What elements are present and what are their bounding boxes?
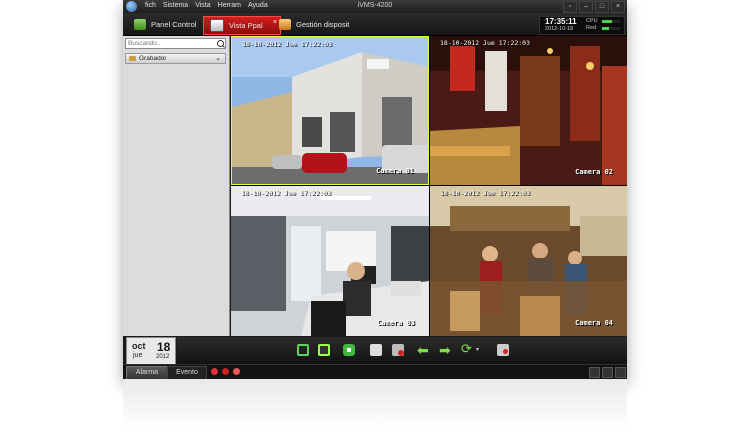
date-display: oct jue 18 2012 xyxy=(126,337,176,366)
cpu-label: CPU xyxy=(586,18,598,24)
camera-view-1[interactable]: 18-10-2012 Jue 17:22:03 Camera 01 xyxy=(231,36,429,185)
search-icon[interactable] xyxy=(217,40,224,47)
camera-name: Camera 04 xyxy=(575,319,613,327)
lock-icon[interactable]: ▫ xyxy=(563,1,577,13)
module-tab-bar: Panel Control Vista Ppal × Gestión dispo… xyxy=(123,13,627,36)
cpu-meter xyxy=(602,20,620,23)
network-label: Red xyxy=(586,25,597,31)
tab-vista-ppal[interactable]: Vista Ppal × xyxy=(203,16,281,35)
window-controls: ▫ – □ × xyxy=(563,1,625,13)
camera-osd: 18-10-2012 Jue 17:22:03 xyxy=(242,40,333,48)
tab-label: Panel Control xyxy=(151,20,197,29)
mute-icon[interactable] xyxy=(497,344,509,356)
menu-bar: fich Sistema Vista Herram Ayuda xyxy=(145,2,268,9)
device-sidebar: Grabador ⌄ xyxy=(123,36,230,336)
group-grabador[interactable]: Grabador ⌄ xyxy=(125,53,226,64)
capture-camera-icon[interactable] xyxy=(370,344,382,356)
camera-grid: 18-10-2012 Jue 17:22:03 Camera 01 18-10-… xyxy=(231,36,627,336)
stop-all-icon[interactable] xyxy=(343,344,355,356)
folder-icon xyxy=(129,56,136,61)
clock-date: 2012-10-18 xyxy=(545,26,574,32)
tab-alarma[interactable]: Alarma xyxy=(126,366,168,380)
network-meter xyxy=(602,27,620,30)
search-input[interactable] xyxy=(125,38,226,49)
tab-label: Vista Ppal xyxy=(229,21,263,30)
camera-name: Camera 01 xyxy=(376,167,414,175)
title-bar: fich Sistema Vista Herram Ayuda iVMS-420… xyxy=(123,0,627,13)
chevron-down-icon[interactable]: ⌄ xyxy=(215,54,221,64)
date-year: 2012 xyxy=(156,354,170,360)
playback-toolbar: ⬅ ➡ ⟳ ▾ xyxy=(177,337,627,364)
device-management-icon xyxy=(279,19,291,30)
menu-sistema[interactable]: Sistema xyxy=(163,2,188,9)
camera-view-2[interactable]: 18-10-2012 Jue 17:22:03 Camera 02 xyxy=(430,36,627,185)
camera-name: Camera 03 xyxy=(377,319,415,327)
resource-labels: CPU Red xyxy=(586,18,598,32)
fullscreen-icon[interactable] xyxy=(297,344,309,356)
refresh-icon[interactable]: ⟳ xyxy=(461,341,472,357)
record-icon[interactable] xyxy=(392,344,404,356)
tab-gestion-disposit[interactable]: Gestión disposit xyxy=(273,16,355,33)
minimize-panel-icon[interactable] xyxy=(615,367,626,378)
camera-osd: 18-10-2012 Jue 17:22:03 xyxy=(241,189,332,197)
window-reflection xyxy=(123,379,627,429)
date-weekday: jue xyxy=(133,352,143,359)
camera-name: Camera 02 xyxy=(575,168,613,176)
tab-panel-control[interactable]: Panel Control xyxy=(128,16,202,33)
pin-icon[interactable] xyxy=(589,367,600,378)
camera-osd: 18-10-2012 Jue 17:22:03 xyxy=(440,189,531,197)
alert-icon[interactable] xyxy=(222,368,229,375)
alarm-icon[interactable] xyxy=(211,368,218,375)
clock-time: 17:35:11 xyxy=(545,17,577,26)
camera-view-3[interactable]: 18-10-2012 Jue 17:22:03 Camera 03 xyxy=(231,186,429,336)
menu-ayuda[interactable]: Ayuda xyxy=(248,2,268,9)
maximize-button[interactable]: □ xyxy=(595,1,609,13)
bottom-bar: Alarma Evento xyxy=(123,364,627,380)
tab-evento[interactable]: Evento xyxy=(167,366,207,380)
restore-icon[interactable] xyxy=(602,367,613,378)
arrow-left-icon[interactable]: ⬅ xyxy=(417,343,429,357)
menu-fich[interactable]: fich xyxy=(145,2,156,9)
chevron-down-icon[interactable]: ▾ xyxy=(476,346,479,353)
tab-label: Gestión disposit xyxy=(296,20,350,29)
monitor-icon xyxy=(210,19,224,32)
layout-split-icon[interactable] xyxy=(318,344,330,356)
date-month: oct xyxy=(132,341,146,351)
panel-control-icon xyxy=(134,19,146,30)
ivms-window: fich Sistema Vista Herram Ayuda iVMS-420… xyxy=(123,0,627,380)
menu-herram[interactable]: Herram xyxy=(218,2,241,9)
camera-view-4[interactable]: 18-10-2012 Jue 17:22:03 Camera 04 xyxy=(430,186,627,336)
sound-alarm-icon[interactable] xyxy=(233,368,240,375)
minimize-button[interactable]: – xyxy=(579,1,593,13)
clock-panel: 17:35:11 2012-10-18 CPU Red xyxy=(539,16,625,35)
close-button[interactable]: × xyxy=(611,1,625,13)
menu-vista[interactable]: Vista xyxy=(195,2,210,9)
group-label: Grabador xyxy=(139,55,167,62)
camera-osd: 18-10-2012 Jue 17:22:03 xyxy=(440,39,531,47)
date-day: 18 xyxy=(157,340,171,354)
app-logo-icon xyxy=(126,1,137,12)
arrow-right-icon[interactable]: ➡ xyxy=(439,343,451,357)
